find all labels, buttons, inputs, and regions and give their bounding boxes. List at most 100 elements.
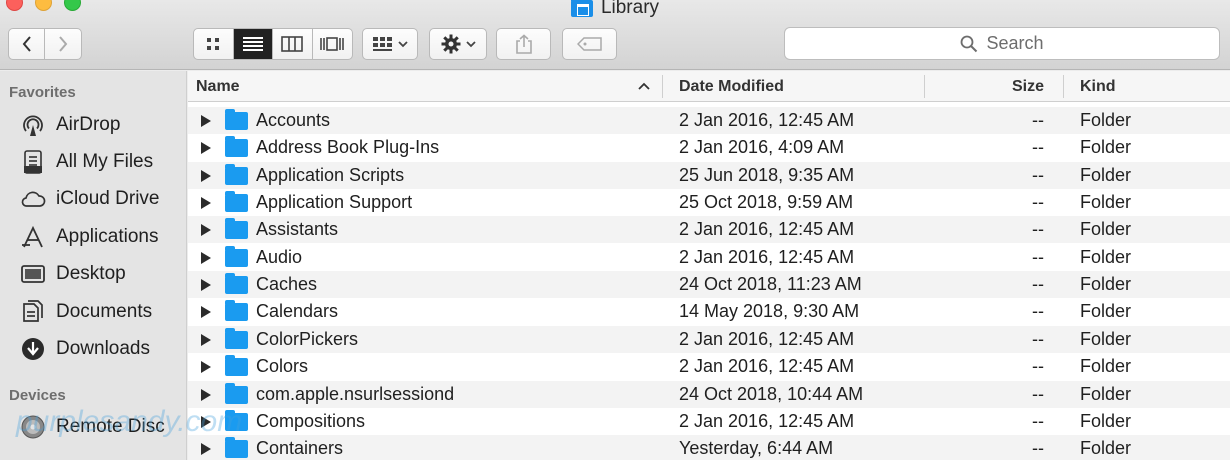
icon-view-button[interactable]: [194, 29, 234, 59]
file-kind: Folder: [1080, 410, 1132, 431]
disclosure-triangle-icon[interactable]: [201, 251, 211, 264]
folder-icon: [225, 437, 248, 459]
table-row[interactable]: Audio 2 Jan 2016, 12:45 AM -- Folder: [188, 244, 1230, 271]
file-name: Calendars: [256, 301, 339, 322]
tag-icon: [576, 37, 602, 51]
sidebar-item-label: AirDrop: [56, 114, 121, 135]
folder-icon: [225, 109, 248, 130]
coverflow-view-button[interactable]: [313, 29, 352, 59]
sidebar-item-documents[interactable]: Documents: [20, 297, 152, 327]
folder-icon: [225, 163, 248, 185]
file-date-modified: 25 Oct 2018, 9:59 AM: [679, 192, 854, 213]
column-header-size[interactable]: Size: [928, 71, 1044, 102]
arrange-grid-icon: [373, 37, 392, 51]
action-menu-button[interactable]: [429, 28, 487, 60]
file-date-modified: 25 Jun 2018, 9:35 AM: [679, 164, 855, 185]
disclosure-triangle-icon[interactable]: [201, 279, 211, 292]
folder-icon: [225, 273, 248, 295]
file-kind: Folder: [1080, 301, 1132, 322]
folder-icon: [225, 136, 248, 158]
file-kind: Folder: [1080, 328, 1132, 349]
sidebar-item-airdrop[interactable]: AirDrop: [20, 110, 120, 140]
chevron-down-icon: [398, 41, 408, 48]
column-header-date[interactable]: Date Modified: [679, 71, 919, 102]
column-divider[interactable]: [662, 75, 663, 98]
airdrop-icon: [20, 112, 46, 138]
file-kind: Folder: [1080, 164, 1132, 185]
file-name: com.apple.nsurlsessiond: [256, 383, 455, 404]
chevron-left-icon: [22, 36, 31, 52]
file-list: Name Date Modified Size Kind Accounts 2 J…: [188, 71, 1230, 460]
file-size: --: [1032, 410, 1044, 431]
file-name: Audio: [256, 246, 303, 267]
table-row[interactable]: Compositions 2 Jan 2016, 12:45 AM -- Folder: [188, 408, 1230, 435]
table-row[interactable]: Containers Yesterday, 6:44 AM -- Folder: [188, 435, 1230, 460]
column-divider[interactable]: [924, 75, 925, 98]
file-size: --: [1032, 164, 1044, 185]
sidebar-item-remote-disc[interactable]: Remote Disc: [20, 412, 165, 442]
sidebar-item-desktop[interactable]: Desktop: [20, 259, 126, 289]
file-name: Address Book Plug-Ins: [256, 137, 440, 158]
table-row[interactable]: Application Support 25 Oct 2018, 9:59 AM -…: [188, 189, 1230, 216]
sidebar-item-label: iCloud Drive: [56, 188, 160, 209]
share-button[interactable]: [496, 28, 551, 60]
disclosure-triangle-icon[interactable]: [201, 361, 211, 374]
documents-icon: [20, 299, 46, 325]
column-view-button[interactable]: [273, 29, 313, 59]
file-name: Containers: [256, 438, 344, 459]
search-field[interactable]: Search: [784, 27, 1220, 60]
toolbar: Library Search: [0, 0, 1230, 70]
disclosure-triangle-icon[interactable]: [201, 142, 211, 155]
sidebar-item-all-my-files[interactable]: All My Files: [20, 147, 153, 177]
column-header-size-label: Size: [1011, 77, 1044, 95]
disclosure-triangle-icon[interactable]: [201, 115, 211, 127]
table-row[interactable]: Caches 24 Oct 2018, 11:23 AM -- Folder: [188, 271, 1230, 299]
file-kind: Folder: [1080, 246, 1132, 267]
search-icon: [961, 35, 978, 52]
folder-icon: [225, 191, 248, 213]
file-kind: Folder: [1080, 274, 1132, 295]
disclosure-triangle-icon[interactable]: [201, 443, 211, 456]
column-header-kind[interactable]: Kind: [1080, 71, 1220, 102]
sidebar-item-downloads[interactable]: Downloads: [20, 334, 150, 364]
disclosure-triangle-icon[interactable]: [201, 333, 211, 346]
disclosure-triangle-icon[interactable]: [201, 169, 211, 182]
download-icon: [20, 336, 46, 362]
sidebar-item-applications[interactable]: Applications: [20, 222, 158, 252]
back-button[interactable]: [9, 29, 46, 59]
folder-icon: [225, 355, 248, 377]
table-row[interactable]: Application Scripts 25 Jun 2018, 9:35 AM -…: [188, 161, 1230, 189]
arrange-button[interactable]: [362, 28, 418, 60]
folder-icon: [225, 409, 248, 431]
table-row[interactable]: Assistants 2 Jan 2016, 12:45 AM -- Folder: [188, 216, 1230, 244]
forward-button[interactable]: [45, 29, 81, 59]
disclosure-triangle-icon[interactable]: [201, 388, 211, 401]
file-size: --: [1032, 328, 1044, 349]
gear-icon: [441, 34, 460, 54]
sidebar-item-icloud-drive[interactable]: iCloud Drive: [20, 184, 159, 214]
disclosure-triangle-icon[interactable]: [201, 197, 211, 210]
table-row[interactable]: Colors 2 Jan 2016, 12:45 AM -- Folder: [188, 353, 1230, 380]
tag-button[interactable]: [562, 28, 617, 60]
disclosure-triangle-icon[interactable]: [201, 224, 211, 237]
disc-icon: [20, 414, 46, 440]
chevron-right-icon: [59, 36, 68, 52]
table-row[interactable]: ColorPickers 2 Jan 2016, 12:45 AM -- Folder: [188, 325, 1230, 353]
file-date-modified: 2 Jan 2016, 12:45 AM: [679, 410, 855, 431]
file-size: --: [1032, 383, 1044, 404]
list-view-button[interactable]: [233, 29, 273, 59]
disclosure-triangle-icon[interactable]: [201, 306, 211, 319]
disclosure-triangle-icon[interactable]: [201, 415, 211, 428]
table-row[interactable]: Accounts 2 Jan 2016, 12:45 AM -- Folder: [188, 107, 1230, 134]
file-date-modified: 24 Oct 2018, 10:44 AM: [679, 383, 864, 404]
file-date-modified: 2 Jan 2016, 12:45 AM: [679, 110, 855, 130]
file-kind: Folder: [1080, 192, 1132, 213]
column-header-name[interactable]: Name: [196, 71, 656, 102]
table-row[interactable]: com.apple.nsurlsessiond 24 Oct 2018, 10:4…: [188, 380, 1230, 408]
coverflow-view-icon: [320, 37, 345, 51]
table-row[interactable]: Address Book Plug-Ins 2 Jan 2016, 4:09 AM…: [188, 134, 1230, 161]
column-divider[interactable]: [1063, 75, 1064, 98]
table-row[interactable]: Calendars 14 May 2018, 9:30 AM -- Folder: [188, 298, 1230, 325]
file-size: --: [1032, 110, 1044, 130]
column-view-icon: [281, 36, 304, 52]
